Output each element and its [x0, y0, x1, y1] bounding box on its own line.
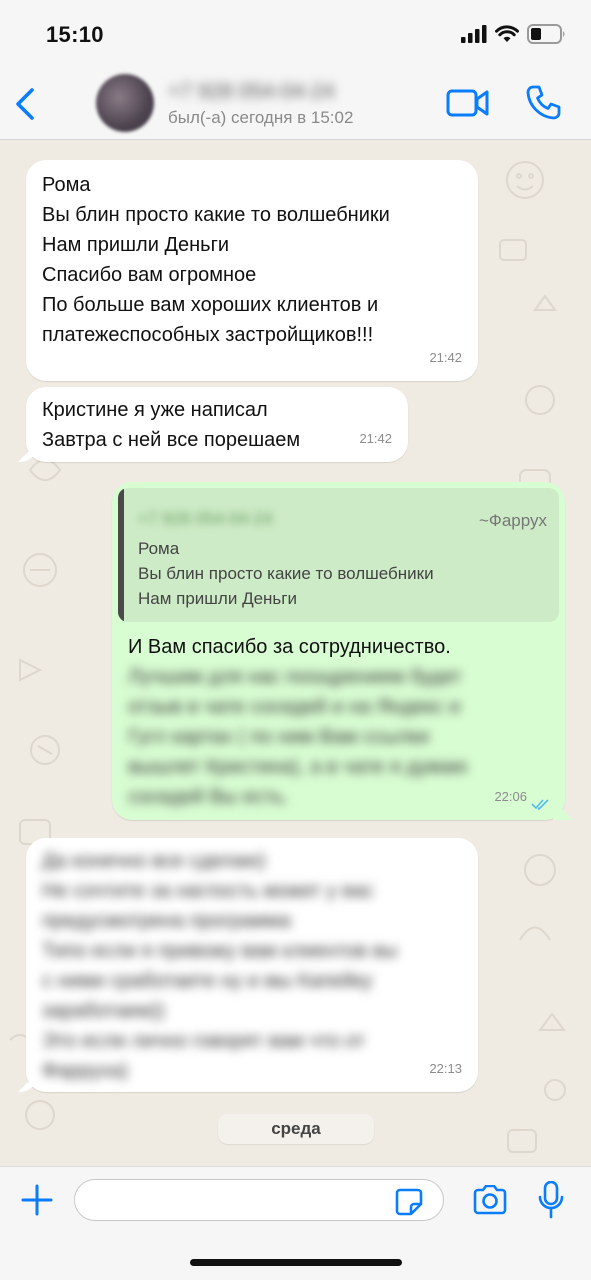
status-bar: 15:10 — [0, 0, 591, 68]
message-text: И Вам спасибо за сотрудничество. Лучшим … — [128, 632, 467, 812]
message-bubble-incoming[interactable]: Рома Вы блин просто какие то волшебники … — [26, 160, 478, 381]
message-bubble-outgoing[interactable]: +7 928 054-04-24 ~Фаррух Рома Вы блин пр… — [112, 482, 573, 820]
battery-icon — [527, 24, 565, 44]
video-camera-icon[interactable] — [446, 86, 490, 120]
message-text: Кристине я уже написал Завтра с ней все … — [42, 399, 301, 451]
chat-area[interactable]: Рома Вы блин просто какие то волшебники … — [0, 140, 591, 1166]
chat-header: +7 928 054-04-24 был(-а) сегодня в 15:02 — [0, 68, 591, 140]
quote-phone: +7 928 054-04-24 — [138, 509, 273, 528]
status-time: 15:10 — [46, 22, 104, 47]
double-check-icon — [531, 799, 549, 810]
message-time: 21:42 — [359, 431, 392, 446]
contact-name[interactable]: +7 928 054-04-24 — [168, 80, 334, 104]
quote-bar — [118, 488, 124, 622]
message-time: 22:13 — [429, 1061, 462, 1076]
avatar[interactable] — [96, 74, 154, 132]
day-separator: среда — [218, 1114, 374, 1144]
back-chevron-icon[interactable] — [10, 86, 40, 122]
quote-author: ~Фаррух — [478, 511, 547, 530]
message-bubble-incoming[interactable]: Да конечно все сделаю) Не сочтите за наг… — [18, 838, 478, 1092]
message-bubble-incoming[interactable]: Кристине я уже написал Завтра с ней все … — [18, 387, 408, 462]
home-indicator — [190, 1259, 402, 1266]
plus-icon[interactable] — [20, 1183, 54, 1217]
message-time: 22:06 — [494, 789, 527, 804]
message-time: 21:42 — [429, 350, 462, 365]
microphone-icon[interactable] — [538, 1181, 564, 1219]
input-bar — [0, 1166, 591, 1280]
signal-icon — [461, 25, 487, 43]
message-input[interactable] — [74, 1179, 444, 1221]
contact-status[interactable]: был(-а) сегодня в 15:02 — [168, 108, 353, 128]
message-text: Рома Вы блин просто какие то волшебники … — [42, 174, 390, 346]
wifi-icon — [495, 25, 519, 42]
quote-text: Рома Вы блин просто какие то волшебники … — [138, 539, 434, 608]
status-icons — [461, 24, 567, 44]
sticker-icon[interactable] — [394, 1187, 424, 1217]
camera-icon[interactable] — [472, 1185, 508, 1215]
quoted-message[interactable]: +7 928 054-04-24 ~Фаррух Рома Вы блин пр… — [118, 488, 559, 622]
blurred-text: Да конечно все сделаю) Не сочтите за наг… — [42, 850, 398, 1082]
blurred-text: Лучшим для нас поощрением будет отзыв в … — [128, 666, 468, 808]
phone-icon[interactable] — [524, 84, 562, 122]
